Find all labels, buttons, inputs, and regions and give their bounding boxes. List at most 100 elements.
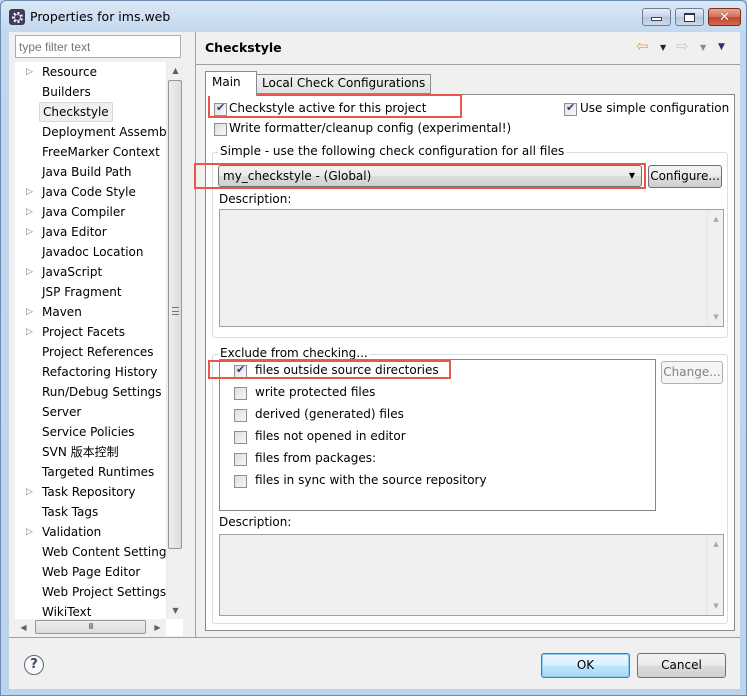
back-dropdown-icon[interactable]: ▼ [660, 43, 666, 52]
exclude-filters-list: files outside source directories write pr… [219, 359, 656, 511]
write-formatter-checkbox[interactable] [214, 123, 227, 136]
sidebar-item[interactable]: Project References [15, 342, 165, 362]
exclude-filter-checkbox[interactable] [234, 453, 247, 466]
change-button[interactable]: Change... [661, 361, 723, 384]
sidebar-item-label: Javadoc Location [42, 245, 144, 259]
expand-arrow-icon[interactable]: ▷ [26, 202, 34, 222]
description-scrollbar[interactable]: ▲ ▼ [707, 210, 723, 326]
scroll-left-arrow-icon[interactable]: ◀ [15, 619, 32, 636]
exclude-filter-label: files in sync with the source repository [255, 473, 487, 487]
scroll-down-arrow-icon[interactable]: ▼ [708, 602, 724, 610]
sidebar-item[interactable]: ▷ Java Code Style [15, 182, 165, 202]
cancel-button[interactable]: Cancel [637, 653, 726, 678]
sidebar-item[interactable]: Web Content Settings [15, 542, 173, 562]
check-configuration-combo[interactable]: my_checkstyle - (Global) ▼ [218, 165, 642, 187]
use-simple-config-checkbox[interactable] [564, 101, 577, 116]
scroll-up-arrow-icon[interactable]: ▲ [708, 215, 724, 223]
scroll-down-arrow-icon[interactable]: ▼ [708, 313, 724, 321]
configure-button[interactable]: Configure... [648, 165, 722, 188]
chevron-down-icon: ▼ [628, 171, 635, 180]
forward-dropdown-icon[interactable]: ▼ [700, 43, 706, 52]
sidebar-item[interactable]: Targeted Runtimes [15, 462, 165, 482]
sidebar-item[interactable]: ▷ Java Editor [15, 222, 165, 242]
sidebar-item-label: Run/Debug Settings [42, 385, 162, 399]
maximize-button[interactable] [675, 8, 704, 26]
expand-arrow-icon[interactable]: ▷ [26, 182, 34, 202]
expand-arrow-icon[interactable]: ▷ [26, 262, 34, 282]
scroll-thumb[interactable] [168, 80, 182, 549]
sidebar-item[interactable]: JSP Fragment [15, 282, 165, 302]
view-menu-icon[interactable]: ▼ [718, 42, 725, 52]
maximize-icon [684, 12, 695, 22]
tree-vertical-scrollbar[interactable]: ▲ ▼ [166, 62, 183, 619]
expand-arrow-icon[interactable]: ▷ [26, 62, 34, 82]
exclude-description-scrollbar[interactable]: ▲ ▼ [707, 535, 723, 615]
expand-arrow-icon[interactable]: ▷ [26, 522, 34, 542]
sidebar-item[interactable]: Javadoc Location [15, 242, 165, 262]
sidebar-item[interactable]: Java Build Path [15, 162, 165, 182]
exclude-description-textarea[interactable]: ▲ ▼ [219, 534, 724, 616]
help-icon[interactable]: ? [24, 655, 44, 675]
scroll-up-arrow-icon[interactable]: ▲ [708, 540, 724, 548]
sidebar-item-label: Java Editor [42, 225, 107, 239]
checkstyle-active-checkbox[interactable] [214, 101, 227, 116]
exclude-filter-checkbox[interactable] [234, 409, 247, 422]
combo-value: my_checkstyle - (Global) [223, 169, 372, 183]
use-simple-config-label: Use simple configuration [580, 101, 730, 115]
back-arrow-icon[interactable]: ⇦ [636, 37, 649, 55]
simple-config-group-title: Simple - use the following check configu… [218, 144, 567, 158]
tab-local-check-configurations[interactable]: Local Check Configurations [256, 74, 432, 94]
sidebar-item[interactable]: Web Page Editor [15, 562, 165, 582]
sidebar-item[interactable]: ▷ Task Repository [15, 482, 165, 502]
sidebar-item[interactable]: ▷ JavaScript [15, 262, 165, 282]
expand-arrow-icon[interactable]: ▷ [26, 482, 34, 502]
sidebar-item[interactable]: Web Project Settings [15, 582, 166, 602]
tree-horizontal-scrollbar[interactable]: ◀ III ▶ [15, 619, 166, 636]
sidebar-item-label: Web Content Settings [42, 545, 173, 559]
exclude-filter-checkbox[interactable] [234, 363, 247, 378]
exclude-filter-checkbox[interactable] [234, 387, 247, 400]
sidebar-item[interactable]: SVN 版本控制 [15, 442, 165, 462]
sidebar-item[interactable]: FreeMarker Context [15, 142, 165, 162]
exclude-filter-label: derived (generated) files [255, 407, 404, 421]
sidebar-item[interactable]: ▷ Maven [15, 302, 165, 322]
expand-arrow-icon[interactable]: ▷ [26, 302, 34, 322]
exclude-filter-checkbox[interactable] [234, 431, 247, 444]
minimize-button[interactable] [642, 8, 671, 26]
sidebar-item[interactable]: Task Tags [15, 502, 165, 522]
sidebar-item[interactable]: Run/Debug Settings [15, 382, 165, 402]
sidebar-item[interactable]: ▷ Project Facets [15, 322, 165, 342]
horizontal-scroll-thumb[interactable]: III [35, 620, 146, 634]
sidebar-item[interactable]: ▷ Resource [15, 62, 165, 82]
sidebar-item[interactable]: ▷ Validation [15, 522, 165, 542]
scroll-down-arrow-icon[interactable]: ▼ [167, 602, 183, 619]
sidebar-item[interactable]: Deployment Assembly [15, 122, 177, 142]
scroll-right-arrow-icon[interactable]: ▶ [149, 619, 166, 636]
expand-arrow-icon[interactable]: ▷ [26, 222, 34, 242]
sidebar-item-label: SVN 版本控制 [42, 445, 119, 459]
sidebar-item-label: Task Tags [42, 505, 99, 519]
exclude-filter-label: files not opened in editor [255, 429, 406, 443]
sidebar-item-label: Web Page Editor [42, 565, 141, 579]
sidebar-item[interactable]: Service Policies [15, 422, 165, 442]
sidebar-item-label: Refactoring History [42, 365, 158, 379]
exclude-filter-checkbox[interactable] [234, 475, 247, 488]
sidebar-item[interactable]: Refactoring History [15, 362, 165, 382]
sidebar-item[interactable]: Builders [15, 82, 165, 102]
close-button[interactable]: ✕ [708, 8, 741, 26]
scroll-up-arrow-icon[interactable]: ▲ [167, 62, 183, 79]
expand-arrow-icon[interactable]: ▷ [26, 322, 34, 342]
sidebar-item[interactable]: Server [15, 402, 165, 422]
tab-main[interactable]: Main [205, 71, 257, 96]
forward-arrow-icon[interactable]: ⇨ [676, 37, 689, 55]
sidebar-item-label: JSP Fragment [42, 285, 122, 299]
sidebar-item[interactable]: ▷ Java Compiler [15, 202, 165, 222]
description-textarea[interactable]: ▲ ▼ [219, 209, 724, 327]
sidebar-item-label: Task Repository [42, 485, 136, 499]
ok-button[interactable]: OK [541, 653, 630, 678]
sidebar-item[interactable]: Checkstyle [15, 102, 165, 122]
sidebar-item-label: Server [42, 405, 82, 419]
filter-input[interactable] [15, 35, 181, 58]
exclude-group-title: Exclude from checking... [218, 346, 370, 360]
pane-divider[interactable] [195, 32, 196, 637]
